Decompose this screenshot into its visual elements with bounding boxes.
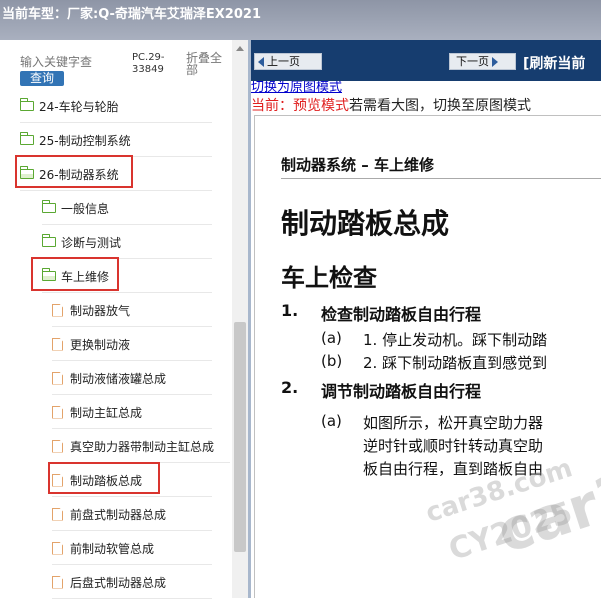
query-button[interactable]: 查询 <box>20 71 64 86</box>
folder-icon <box>20 98 34 111</box>
tree-item-label: 制动液储液罐总成 <box>70 371 167 386</box>
step-2a-line2: 逆时针或顺时针转动真空助 <box>363 437 544 455</box>
folder-icon <box>42 234 56 247</box>
tree-item-d9[interactable]: 后盘式制动器总成 <box>52 566 212 599</box>
title-prefix: 当前车型： <box>2 7 68 22</box>
tree-item-d1[interactable]: 制动器放气 <box>52 294 212 327</box>
collapse-all-link[interactable]: 折叠全部 <box>186 52 226 76</box>
document-icon <box>52 507 63 521</box>
tree-item-label: 诊断与测试 <box>61 235 122 250</box>
doc-section-title: 制动器系统 – 车上维修 <box>281 156 434 174</box>
tree-item-d8[interactable]: 前制动软管总成 <box>52 532 212 565</box>
document-icon <box>52 541 63 555</box>
tree-item-label: 车上维修 <box>61 269 110 284</box>
step-1a-text: 1. 停止发动机。踩下制动踏 <box>363 331 548 349</box>
tree-item-label: 制动器放气 <box>70 303 131 318</box>
tree-item-26[interactable]: 26-制动器系统 <box>20 158 212 191</box>
arrow-left-icon <box>258 56 264 67</box>
tree-item-d4[interactable]: 制动主缸总成 <box>52 396 212 429</box>
doc-rule <box>281 178 601 179</box>
tree-item-label: 后盘式制动器总成 <box>70 575 167 590</box>
tree-item-label: 真空助力器带制动主缸总成 <box>70 439 215 454</box>
step-1-title: 检查制动踏板自由行程 <box>321 305 482 324</box>
tree-item-label: 25-制动控制系统 <box>39 133 131 148</box>
tree-item-d5[interactable]: 真空助力器带制动主缸总成 <box>52 430 230 463</box>
tree-item-d6[interactable]: 制动踏板总成 <box>52 464 212 497</box>
tree-item-label: 制动踏板总成 <box>70 473 143 488</box>
pc-code: PC.29-33849 <box>132 52 165 75</box>
folder-icon <box>20 132 34 145</box>
document-icon <box>52 575 63 589</box>
tree-item-label: 前制动软管总成 <box>70 541 155 556</box>
doc-subheading: 车上检查 <box>281 264 377 292</box>
window-title: 当前车型：厂家:Q-奇瑞汽车艾瑞泽EX2021 <box>0 0 601 40</box>
arrow-right-icon <box>492 56 498 67</box>
title-model: 厂家:Q-奇瑞汽车艾瑞泽EX2021 <box>67 7 261 22</box>
document-icon <box>52 337 63 351</box>
left-sidebar: 查询 PC.29-33849 折叠全部 24-车轮与轮胎 25-制动控制系统 26-… <box>0 40 250 599</box>
document-icon <box>52 303 63 317</box>
refresh-link[interactable]: [刷新当前 <box>523 53 585 73</box>
tree-item-d7[interactable]: 前盘式制动器总成 <box>52 498 212 531</box>
tree-item-25[interactable]: 25-制动控制系统 <box>20 124 212 157</box>
switch-original-link[interactable]: 切换为原图模式 <box>251 81 342 94</box>
step-2-title: 调节制动踏板自由行程 <box>321 382 482 401</box>
folder-open-icon <box>20 166 34 179</box>
tree-item-label: 24-车轮与轮胎 <box>39 99 119 114</box>
scroll-up-arrow-icon[interactable] <box>236 46 244 51</box>
document-icon <box>52 405 63 419</box>
document-page: 制动器系统 – 车上维修 制动踏板总成 车上检查 1. 检查制动踏板自由行程 (… <box>254 115 601 598</box>
page-navbar: 上一页 下一页 [刷新当前 <box>251 40 601 81</box>
tree-item-label: 一般信息 <box>61 201 110 216</box>
doc-heading: 制动踏板总成 <box>281 207 450 240</box>
step-1b-text: 2. 踩下制动踏板直到感觉到 <box>363 354 548 372</box>
step-2a-line1: 如图所示，松开真空助力器 <box>363 414 544 432</box>
tree-item-label: 制动主缸总成 <box>70 405 143 420</box>
scrollbar-thumb[interactable] <box>234 322 246 552</box>
document-icon <box>52 371 63 385</box>
tree-item-24[interactable]: 24-车轮与轮胎 <box>20 90 212 123</box>
tree-item-label: 26-制动器系统 <box>39 167 119 182</box>
document-icon <box>52 473 63 487</box>
step-2-number: 2. <box>281 378 299 397</box>
tree-item-d2[interactable]: 更换制动液 <box>52 328 212 361</box>
search-area: 查询 PC.29-33849 折叠全部 <box>20 52 250 86</box>
preview-mode-notice: 当前：预览模式若需看大图，切换至原图模式 <box>251 98 531 114</box>
tree-item-gen[interactable]: 一般信息 <box>42 192 212 225</box>
search-input[interactable] <box>20 52 125 72</box>
step-1a-label: (a) <box>321 329 342 347</box>
folder-open-icon <box>42 268 56 281</box>
next-page-button[interactable]: 下一页 <box>449 53 516 70</box>
document-icon <box>52 439 63 453</box>
tree-item-d3[interactable]: 制动液储液罐总成 <box>52 362 212 395</box>
tree-item-diag[interactable]: 诊断与测试 <box>42 226 212 259</box>
tree-item-label: 更换制动液 <box>70 337 131 352</box>
step-1b-label: (b) <box>321 352 343 370</box>
prev-page-button[interactable]: 上一页 <box>254 53 322 70</box>
folder-icon <box>42 200 56 213</box>
tree-item-onveh[interactable]: 车上维修 <box>42 260 212 293</box>
content-pane: 上一页 下一页 [刷新当前 切换为原图模式 当前：预览模式若需看大图，切换至原图… <box>251 40 601 598</box>
step-2a-label: (a) <box>321 412 342 430</box>
sidebar-scrollbar[interactable] <box>232 40 248 598</box>
step-1-number: 1. <box>281 301 299 320</box>
tree-item-label: 前盘式制动器总成 <box>70 507 167 522</box>
